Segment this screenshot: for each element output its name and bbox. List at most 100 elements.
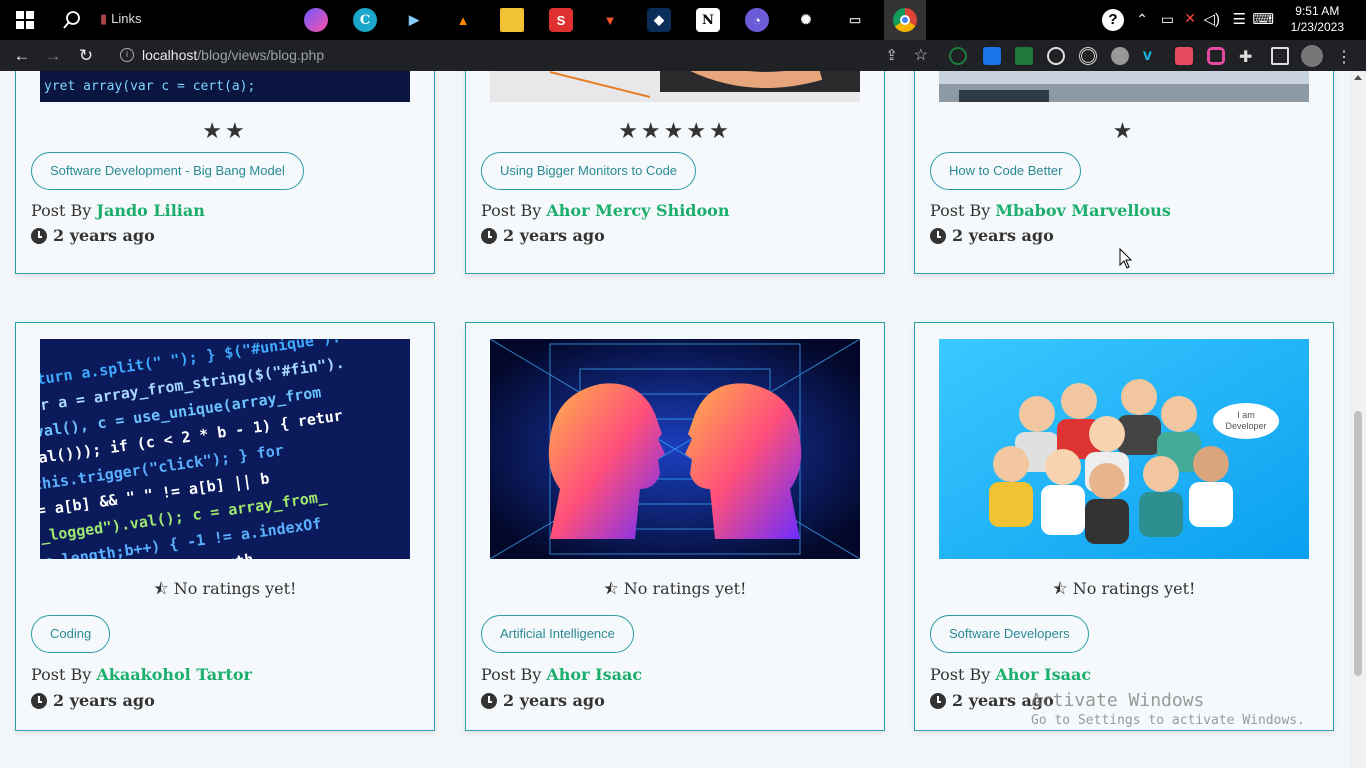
blog-card[interactable]: ★★★★★ Using Bigger Monitors to Code Post… [465, 71, 885, 274]
notification-icon[interactable]: ☰ [1233, 10, 1246, 28]
category-tag[interactable]: Software Developers [930, 615, 1089, 653]
half-star-icon: ⯪ [1052, 579, 1068, 598]
blog-card[interactable]: I am Developer ⯪ No ratings yet! Softwar… [914, 322, 1334, 731]
react-extension-icon[interactable] [1047, 47, 1065, 65]
brave-icon[interactable]: ▼ [598, 8, 622, 32]
author-link[interactable]: Mbabov Marvellous [995, 201, 1170, 220]
file-explorer-icon[interactable] [500, 8, 524, 32]
page-scrollbar[interactable] [1350, 71, 1366, 768]
svg-text:yret array(var c = cert(a);: yret array(var c = cert(a); [44, 79, 255, 94]
puzzle-extensions-icon[interactable]: ✚ [1239, 47, 1257, 66]
app-icon-gradient[interactable] [304, 8, 328, 32]
extension-loader-icon[interactable] [949, 47, 967, 65]
blog-card-image[interactable]: == array(a, b) = 0yret array(var c = cer… [40, 71, 410, 102]
forward-arrow-icon[interactable]: → [43, 46, 63, 66]
blog-card[interactable]: == array(a, b) = 0yret array(var c = cer… [15, 71, 435, 274]
browser-toolbar: ← → ↻ i localhost/blog/views/blog.php ⇪ … [0, 40, 1366, 71]
rating-stars: ★★★★★ [618, 118, 732, 143]
notion-icon[interactable]: N [696, 8, 720, 32]
keyboard-icon[interactable]: ⌨ [1252, 10, 1274, 28]
bubble-line-1: I am [1237, 410, 1255, 420]
blog-card-image[interactable] [490, 71, 860, 102]
post-by-line: Post By Ahor Mercy Shidoon [481, 201, 730, 220]
links-icon: ▮ [100, 11, 108, 26]
profile-avatar[interactable] [1301, 45, 1323, 67]
vlc-icon[interactable]: ▲ [451, 8, 475, 32]
openai-icon[interactable]: ✺ [794, 8, 818, 32]
chevron-up-icon[interactable]: ⌃ [1136, 11, 1148, 28]
bookmark-star-icon[interactable]: ☆ [914, 45, 928, 65]
canva-icon[interactable]: C [353, 8, 377, 32]
activate-windows-watermark: Activate Windows Go to Settings to activ… [1031, 690, 1305, 728]
blog-card-image[interactable] [490, 339, 860, 559]
reload-icon[interactable]: ↻ [76, 46, 96, 66]
download-extension-icon[interactable] [983, 47, 1001, 65]
author-link[interactable]: Akaakohol Tartor [96, 665, 252, 684]
app-icon-glasses[interactable]: ▭ [843, 8, 867, 32]
bubble-line-2: Developer [1225, 421, 1266, 431]
author-link[interactable]: Ahor Isaac [995, 665, 1091, 684]
search-icon[interactable] [62, 10, 82, 30]
blog-page: == array(a, b) = 0yret array(var c = cer… [0, 71, 1350, 768]
rating-stars: ★ [1112, 118, 1136, 143]
clock-icon [31, 692, 47, 709]
side-panel-icon[interactable] [1271, 47, 1289, 65]
post-by-line: Post By Ahor Isaac [930, 665, 1092, 684]
gear-extension-icon[interactable] [1111, 47, 1129, 65]
clock-icon [481, 227, 497, 244]
post-time: 2 years ago [930, 226, 1054, 245]
network-icon[interactable]: ✕ [1184, 10, 1196, 27]
target-extension-icon[interactable] [1079, 47, 1097, 65]
blog-card-image[interactable]: return a.split(" "); } $("#unique"). var… [40, 339, 410, 559]
blog-card[interactable]: ⯪ No ratings yet! Artificial Intelligenc… [465, 322, 885, 731]
bookmark-app-icon[interactable]: ◆ [647, 8, 671, 32]
category-tag[interactable]: Using Bigger Monitors to Code [481, 152, 697, 190]
vimeo-extension-icon[interactable]: v [1143, 47, 1161, 65]
windows-taskbar: ▮ Links C ▶ ▲ S ▼ ◆ N ◔ ✺ ▭ ? ⌃ ▭ ✕ ◁) ☰ … [0, 0, 1366, 40]
author-link[interactable]: Ahor Mercy Shidoon [546, 201, 729, 220]
scrollbar-thumb[interactable] [1354, 411, 1362, 676]
s-app-icon[interactable]: S [549, 8, 573, 32]
menu-kebab-icon[interactable]: ⋮ [1336, 47, 1354, 66]
blog-card-image[interactable] [939, 71, 1309, 102]
blog-card[interactable]: return a.split(" "); } $("#unique"). var… [15, 322, 435, 731]
instagram-extension-icon[interactable] [1207, 47, 1225, 65]
post-by-line: Post By Jando Lilian [31, 201, 205, 220]
windows-start-icon[interactable] [16, 11, 34, 29]
category-tag[interactable]: Coding [31, 615, 111, 653]
post-by-line: Post By Akaakohol Tartor [31, 665, 252, 684]
site-info-icon[interactable]: i [120, 48, 134, 62]
record-extension-icon[interactable] [1175, 47, 1193, 65]
no-ratings-label: ⯪ No ratings yet! [153, 579, 297, 598]
clock-icon [31, 227, 47, 244]
author-link[interactable]: Ahor Isaac [546, 665, 642, 684]
terminal-extension-icon[interactable] [1015, 47, 1033, 65]
blog-card-image[interactable]: I am Developer [939, 339, 1309, 559]
author-link[interactable]: Jando Lilian [96, 201, 204, 220]
url-text[interactable]: localhost/blog/views/blog.php [142, 47, 324, 63]
category-tag[interactable]: How to Code Better [930, 152, 1082, 190]
post-time: 2 years ago [481, 226, 605, 245]
links-toolbar[interactable]: ▮ Links [100, 11, 142, 27]
scroll-up-icon[interactable] [1354, 75, 1362, 80]
rating-stars: ★★ [202, 118, 248, 143]
post-time: 2 years ago [31, 226, 155, 245]
post-by-line: Post By Mbabov Marvellous [930, 201, 1171, 220]
category-tag[interactable]: Artificial Intelligence [481, 615, 634, 653]
blog-card[interactable]: ★ How to Code Better Post By Mbabov Marv… [914, 71, 1334, 274]
back-arrow-icon[interactable]: ← [12, 46, 32, 66]
clock-icon [930, 227, 946, 244]
no-ratings-label: ⯪ No ratings yet! [1052, 579, 1196, 598]
chrome-taskbar-icon[interactable] [884, 0, 926, 40]
no-ratings-label: ⯪ No ratings yet! [603, 579, 747, 598]
battery-icon[interactable]: ▭ [1161, 11, 1174, 28]
help-icon[interactable]: ? [1102, 9, 1124, 31]
taskbar-clock[interactable]: 9:51 AM 1/23/2023 [1291, 3, 1344, 35]
app-icon-purple[interactable]: ◔ [745, 8, 769, 32]
volume-icon[interactable]: ◁) [1203, 10, 1220, 28]
post-time: 2 years ago [481, 691, 605, 710]
powershell-icon[interactable]: ▶ [402, 8, 426, 32]
category-tag[interactable]: Software Development - Big Bang Model [31, 152, 304, 190]
share-icon[interactable]: ⇪ [885, 46, 898, 64]
address-bar[interactable]: i localhost/blog/views/blog.php ⇪ ☆ [108, 43, 940, 68]
